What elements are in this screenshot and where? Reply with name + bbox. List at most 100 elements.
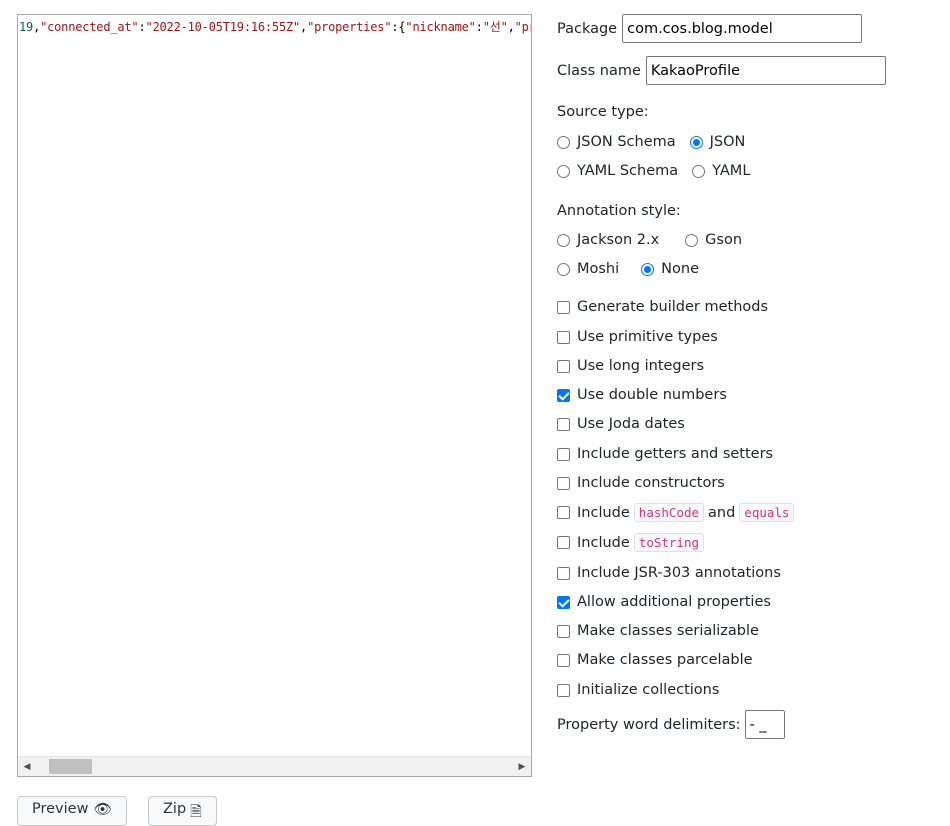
- option-serializable[interactable]: Make classes serializable: [557, 623, 759, 639]
- source-type-yaml-schema[interactable]: YAML Schema: [557, 163, 678, 179]
- option-label: Make classes serializable: [577, 623, 759, 639]
- json-token: "connected_at": [40, 20, 139, 34]
- radio-button[interactable]: [557, 233, 570, 247]
- option-label: Include JSR-303 annotations: [577, 565, 781, 581]
- code-equals: equals: [739, 503, 795, 522]
- radio-button[interactable]: [557, 164, 570, 178]
- radio-button[interactable]: [685, 233, 699, 247]
- option-double-numbers[interactable]: Use double numbers: [557, 387, 727, 403]
- json-token: "nickname": [405, 20, 476, 34]
- source-type-yaml[interactable]: YAML: [692, 163, 750, 179]
- option-label: Gson: [705, 232, 743, 248]
- option-label: Jackson 2.x: [577, 232, 660, 248]
- scroll-left-arrow-icon[interactable]: ◀: [19, 757, 35, 776]
- package-input[interactable]: [622, 14, 863, 43]
- source-type-heading: Source type:: [557, 104, 649, 120]
- option-label: Allow additional properties: [577, 594, 771, 610]
- json-token: "properties": [307, 20, 392, 34]
- checkbox[interactable]: [557, 476, 570, 490]
- annotation-moshi[interactable]: Moshi: [557, 261, 619, 277]
- option-long-integers[interactable]: Use long integers: [557, 358, 704, 374]
- radio-button[interactable]: [692, 164, 706, 178]
- checkbox[interactable]: [557, 566, 570, 580]
- checkbox[interactable]: [557, 506, 570, 519]
- json-code-line: 19, "connected_at": "2022-10-05T19:16:55Z"…: [19, 19, 531, 35]
- option-generate-builder[interactable]: Generate builder methods: [557, 299, 768, 315]
- horizontal-scrollbar[interactable]: ◀ ▶: [18, 756, 531, 776]
- annotation-jackson[interactable]: Jackson 2.x: [557, 232, 659, 248]
- json-token: :: [475, 20, 483, 34]
- class-name-input[interactable]: [645, 56, 886, 85]
- source-type-json[interactable]: JSON: [689, 134, 746, 150]
- option-primitive-types[interactable]: Use primitive types: [557, 329, 718, 345]
- json-token: "pr: [514, 20, 531, 34]
- option-label: Include: [577, 504, 630, 521]
- checkbox[interactable]: [557, 359, 570, 373]
- option-label: Include: [577, 534, 630, 551]
- option-label: YAML Schema: [577, 163, 679, 179]
- option-additional-properties[interactable]: Allow additional properties: [557, 594, 771, 610]
- option-joda-dates[interactable]: Use Joda dates: [557, 416, 685, 432]
- class-name-label: Class name: [557, 62, 641, 79]
- option-constructors[interactable]: Include constructors: [557, 475, 725, 491]
- option-hashcode-equals[interactable]: Include hashCode and equals: [557, 503, 798, 522]
- option-label: Use Joda dates: [577, 416, 685, 432]
- file-icon: 🗎: [190, 804, 202, 820]
- annotation-gson[interactable]: Gson: [685, 232, 742, 248]
- option-getters-setters[interactable]: Include getters and setters: [557, 446, 773, 462]
- package-label: Package: [557, 20, 618, 37]
- checkbox[interactable]: [557, 447, 570, 461]
- preview-button-label: Preview: [32, 801, 89, 817]
- annotation-none[interactable]: None: [641, 261, 699, 277]
- option-label: Include getters and setters: [577, 446, 774, 462]
- checkbox[interactable]: [557, 595, 570, 609]
- source-type-json-schema[interactable]: JSON Schema: [557, 134, 676, 150]
- eye-icon: 👁: [93, 802, 112, 818]
- json-token: 19: [19, 20, 34, 34]
- checkbox[interactable]: [557, 536, 570, 549]
- json-token: "2022-10-05T19:16:55Z": [145, 20, 301, 34]
- json-source-editor[interactable]: 19, "connected_at": "2022-10-05T19:16:55Z"…: [17, 14, 532, 777]
- radio-button[interactable]: [641, 262, 655, 276]
- checkbox[interactable]: [557, 624, 570, 638]
- radio-button[interactable]: [557, 135, 570, 149]
- option-label: and: [708, 504, 736, 521]
- option-label: Include constructors: [577, 475, 725, 491]
- option-initialize-collections[interactable]: Initialize collections: [557, 682, 719, 698]
- option-label: None: [661, 261, 699, 277]
- annotation-style-heading: Annotation style:: [557, 203, 681, 219]
- option-parcelable[interactable]: Make classes parcelable: [557, 652, 753, 668]
- option-label: JSON Schema: [577, 134, 676, 150]
- radio-button[interactable]: [557, 262, 570, 276]
- option-label: JSON: [709, 134, 746, 150]
- code-hashcode: hashCode: [633, 503, 705, 522]
- scrollbar-thumb[interactable]: [49, 759, 92, 774]
- checkbox[interactable]: [557, 417, 570, 431]
- delimiters-input[interactable]: [744, 710, 785, 739]
- checkbox[interactable]: [557, 388, 570, 402]
- json-token: ,: [300, 20, 308, 34]
- option-label: Initialize collections: [577, 682, 720, 698]
- option-label: Use long integers: [577, 358, 705, 374]
- preview-button[interactable]: Preview 👁: [17, 796, 127, 826]
- checkbox[interactable]: [557, 300, 570, 314]
- option-tostring[interactable]: Include toString: [557, 533, 708, 552]
- radio-button[interactable]: [689, 135, 703, 149]
- zip-button[interactable]: Zip 🗎: [148, 796, 217, 826]
- scroll-right-arrow-icon[interactable]: ▶: [514, 757, 530, 776]
- checkbox[interactable]: [557, 330, 570, 344]
- option-label: Generate builder methods: [577, 299, 769, 315]
- option-label: Use primitive types: [577, 329, 718, 345]
- code-tostring: toString: [633, 533, 705, 552]
- json-token: "선": [482, 20, 508, 34]
- json-token: ,: [507, 20, 515, 34]
- option-label: Make classes parcelable: [577, 652, 753, 668]
- checkbox[interactable]: [557, 683, 570, 697]
- option-label: Moshi: [577, 261, 620, 277]
- checkbox[interactable]: [557, 653, 570, 667]
- option-label: Use double numbers: [577, 387, 727, 403]
- delimiters-label: Property word delimiters:: [557, 716, 741, 733]
- option-label: YAML: [712, 163, 751, 179]
- json-token: :{: [391, 20, 406, 34]
- option-jsr303[interactable]: Include JSR-303 annotations: [557, 565, 781, 581]
